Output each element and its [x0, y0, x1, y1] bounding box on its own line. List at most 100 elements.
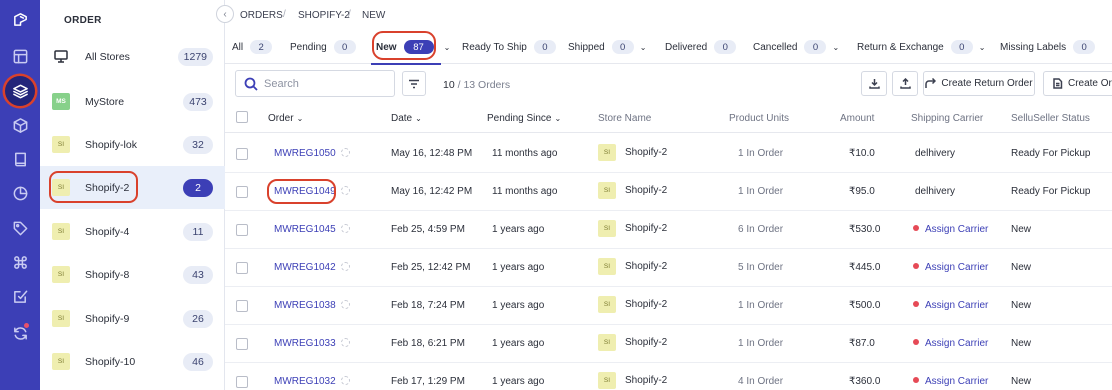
- order-link[interactable]: MWREG1032: [274, 376, 350, 387]
- main-content: ‹ ORDERS / SHOPIFY-2 / NEW All 2 Pending…: [216, 0, 1112, 390]
- tab-missing-labels[interactable]: Missing Labels 0: [1000, 39, 1096, 55]
- table-row[interactable]: MWREG1032 Feb 17, 1:29 PM 1 years ago SI Sho…: [225, 363, 1112, 390]
- order-amount: ₹95.0: [849, 186, 875, 197]
- order-link[interactable]: MWREG1033: [274, 338, 350, 349]
- order-amount: ₹500.0: [849, 300, 881, 311]
- refresh-icon[interactable]: [8, 321, 32, 345]
- order-link[interactable]: MWREG1050: [274, 148, 350, 159]
- store-item-shopify-9[interactable]: SI Shopify-9 26: [40, 297, 225, 340]
- tab-ready-to-ship[interactable]: Ready To Ship 0: [462, 39, 556, 55]
- tab-cancelled[interactable]: Cancelled 0 ⌄: [753, 39, 839, 55]
- pie-chart-icon[interactable]: [8, 181, 32, 205]
- book-icon[interactable]: [8, 147, 32, 171]
- command-icon[interactable]: [8, 250, 32, 274]
- column-header-date[interactable]: Date ⌄: [391, 113, 422, 124]
- tab-shipped[interactable]: Shipped 0 ⌄: [568, 39, 646, 55]
- tag-icon[interactable]: [8, 216, 32, 240]
- order-date: May 16, 12:48 PM: [391, 148, 473, 159]
- order-amount: ₹445.0: [849, 262, 881, 273]
- store-item-shopify-lok[interactable]: SI Shopify-lok 32: [40, 123, 225, 166]
- select-all-checkbox[interactable]: [236, 111, 248, 123]
- collapse-panel-button[interactable]: ‹: [216, 5, 234, 23]
- table-row[interactable]: MWREG1045 Feb 25, 4:59 PM 1 years ago SI Sho…: [225, 211, 1112, 249]
- assign-carrier-link[interactable]: Assign Carrier: [913, 300, 988, 311]
- row-checkbox[interactable]: [236, 148, 248, 160]
- download-button[interactable]: [861, 71, 887, 96]
- row-checkbox[interactable]: [236, 224, 248, 236]
- order-date: Feb 17, 1:29 PM: [391, 376, 465, 387]
- shipping-carrier: delhivery: [915, 186, 956, 197]
- product-units: 6 In Order: [738, 224, 784, 235]
- loading-icon: [340, 224, 350, 233]
- row-checkbox[interactable]: [236, 262, 248, 274]
- store-name: Shopify-lok: [85, 138, 137, 151]
- breadcrumb-shopify-2[interactable]: SHOPIFY-2: [298, 10, 350, 21]
- search-input[interactable]: [264, 75, 389, 93]
- return-arrow-icon: [925, 78, 937, 88]
- table-row[interactable]: MWREG1050 May 16, 12:48 PM 11 months ago SI…: [225, 135, 1112, 173]
- row-checkbox[interactable]: [236, 338, 248, 350]
- pending-since: 1 years ago: [492, 262, 545, 273]
- table-row[interactable]: MWREG1038 Feb 18, 7:24 PM 1 years ago SI Sho…: [225, 287, 1112, 325]
- create-order-button[interactable]: Create Orde: [1043, 71, 1112, 96]
- store-item-all-stores[interactable]: All Stores 1279: [40, 35, 225, 78]
- store-avatar: SI: [598, 372, 616, 389]
- assign-carrier-link[interactable]: Assign Carrier: [913, 262, 988, 273]
- tab-new[interactable]: New 87 ⌄: [376, 39, 450, 55]
- breadcrumb-orders[interactable]: ORDERS: [240, 10, 283, 21]
- column-header-pending-since[interactable]: Pending Since ⌄: [487, 113, 561, 124]
- row-checkbox[interactable]: [236, 186, 248, 198]
- store-cell: SI Shopify-2: [598, 334, 667, 351]
- create-return-order-button[interactable]: Create Return Order: [923, 71, 1035, 96]
- box-icon[interactable]: [8, 113, 32, 137]
- order-link[interactable]: MWREG1045: [274, 224, 350, 235]
- assign-carrier-link[interactable]: Assign Carrier: [913, 376, 988, 387]
- tab-return-exchange[interactable]: Return & Exchange 0 ⌄: [857, 39, 985, 55]
- filter-button[interactable]: [402, 71, 426, 96]
- search-box[interactable]: [235, 70, 395, 97]
- store-cell: SI Shopify-2: [598, 372, 667, 389]
- table-row[interactable]: MWREG1042 Feb 25, 12:42 PM 1 years ago SI Sh…: [225, 249, 1112, 287]
- store-item-mystore[interactable]: MS MyStore 473: [40, 80, 225, 123]
- store-item-shopify-10[interactable]: SI Shopify-10 46: [40, 340, 225, 383]
- layers-icon[interactable]: [5, 76, 35, 106]
- store-avatar: SI: [598, 182, 616, 199]
- column-header-order[interactable]: Order ⌄: [268, 113, 303, 124]
- tab-pending[interactable]: Pending 0: [290, 39, 356, 55]
- store-count: 1279: [177, 47, 213, 66]
- loading-icon: [340, 376, 350, 385]
- store-count: 43: [183, 265, 213, 284]
- order-link[interactable]: MWREG1038: [274, 300, 350, 311]
- table-row[interactable]: MWREG1049 May 16, 12:42 PM 11 months ago SI…: [225, 173, 1112, 211]
- row-checkbox[interactable]: [236, 376, 248, 388]
- store-count: 2: [183, 178, 213, 197]
- check-square-icon[interactable]: [8, 284, 32, 308]
- store-name: Shopify-2: [625, 147, 668, 158]
- seller-status: New: [1011, 224, 1032, 235]
- upload-button[interactable]: [892, 71, 918, 96]
- chevron-down-icon[interactable]: ⌄: [979, 43, 986, 52]
- chevron-down-icon[interactable]: ⌄: [640, 43, 647, 52]
- assign-carrier-link[interactable]: Assign Carrier: [913, 224, 988, 235]
- row-checkbox[interactable]: [236, 300, 248, 312]
- order-link[interactable]: MWREG1042: [274, 262, 350, 273]
- chevron-down-icon[interactable]: ⌄: [832, 43, 839, 52]
- tab-count: 87: [403, 40, 434, 54]
- store-item-shopify-8[interactable]: SI Shopify-8 43: [40, 253, 225, 296]
- chevron-down-icon[interactable]: ⌄: [444, 43, 451, 52]
- table-row[interactable]: MWREG1033 Feb 18, 6:21 PM 1 years ago SI Sho…: [225, 325, 1112, 363]
- assign-carrier-link[interactable]: Assign Carrier: [913, 338, 988, 349]
- store-avatar: SI: [52, 266, 70, 283]
- store-avatar: SI: [598, 334, 616, 351]
- tab-count: 0: [950, 40, 973, 54]
- logo-icon[interactable]: [8, 7, 32, 31]
- seller-status: New: [1011, 376, 1032, 387]
- order-link[interactable]: MWREG1049: [274, 186, 350, 197]
- tab-all[interactable]: All 2: [232, 39, 273, 55]
- tab-delivered[interactable]: Delivered 0: [665, 39, 737, 55]
- store-item-shopify-2[interactable]: SI Shopify-2 2: [40, 166, 225, 209]
- store-item-shopify-4[interactable]: SI Shopify-4 11: [40, 210, 225, 253]
- pending-since: 11 months ago: [492, 148, 558, 159]
- loading-icon: [340, 186, 350, 195]
- layout-icon[interactable]: [8, 44, 32, 68]
